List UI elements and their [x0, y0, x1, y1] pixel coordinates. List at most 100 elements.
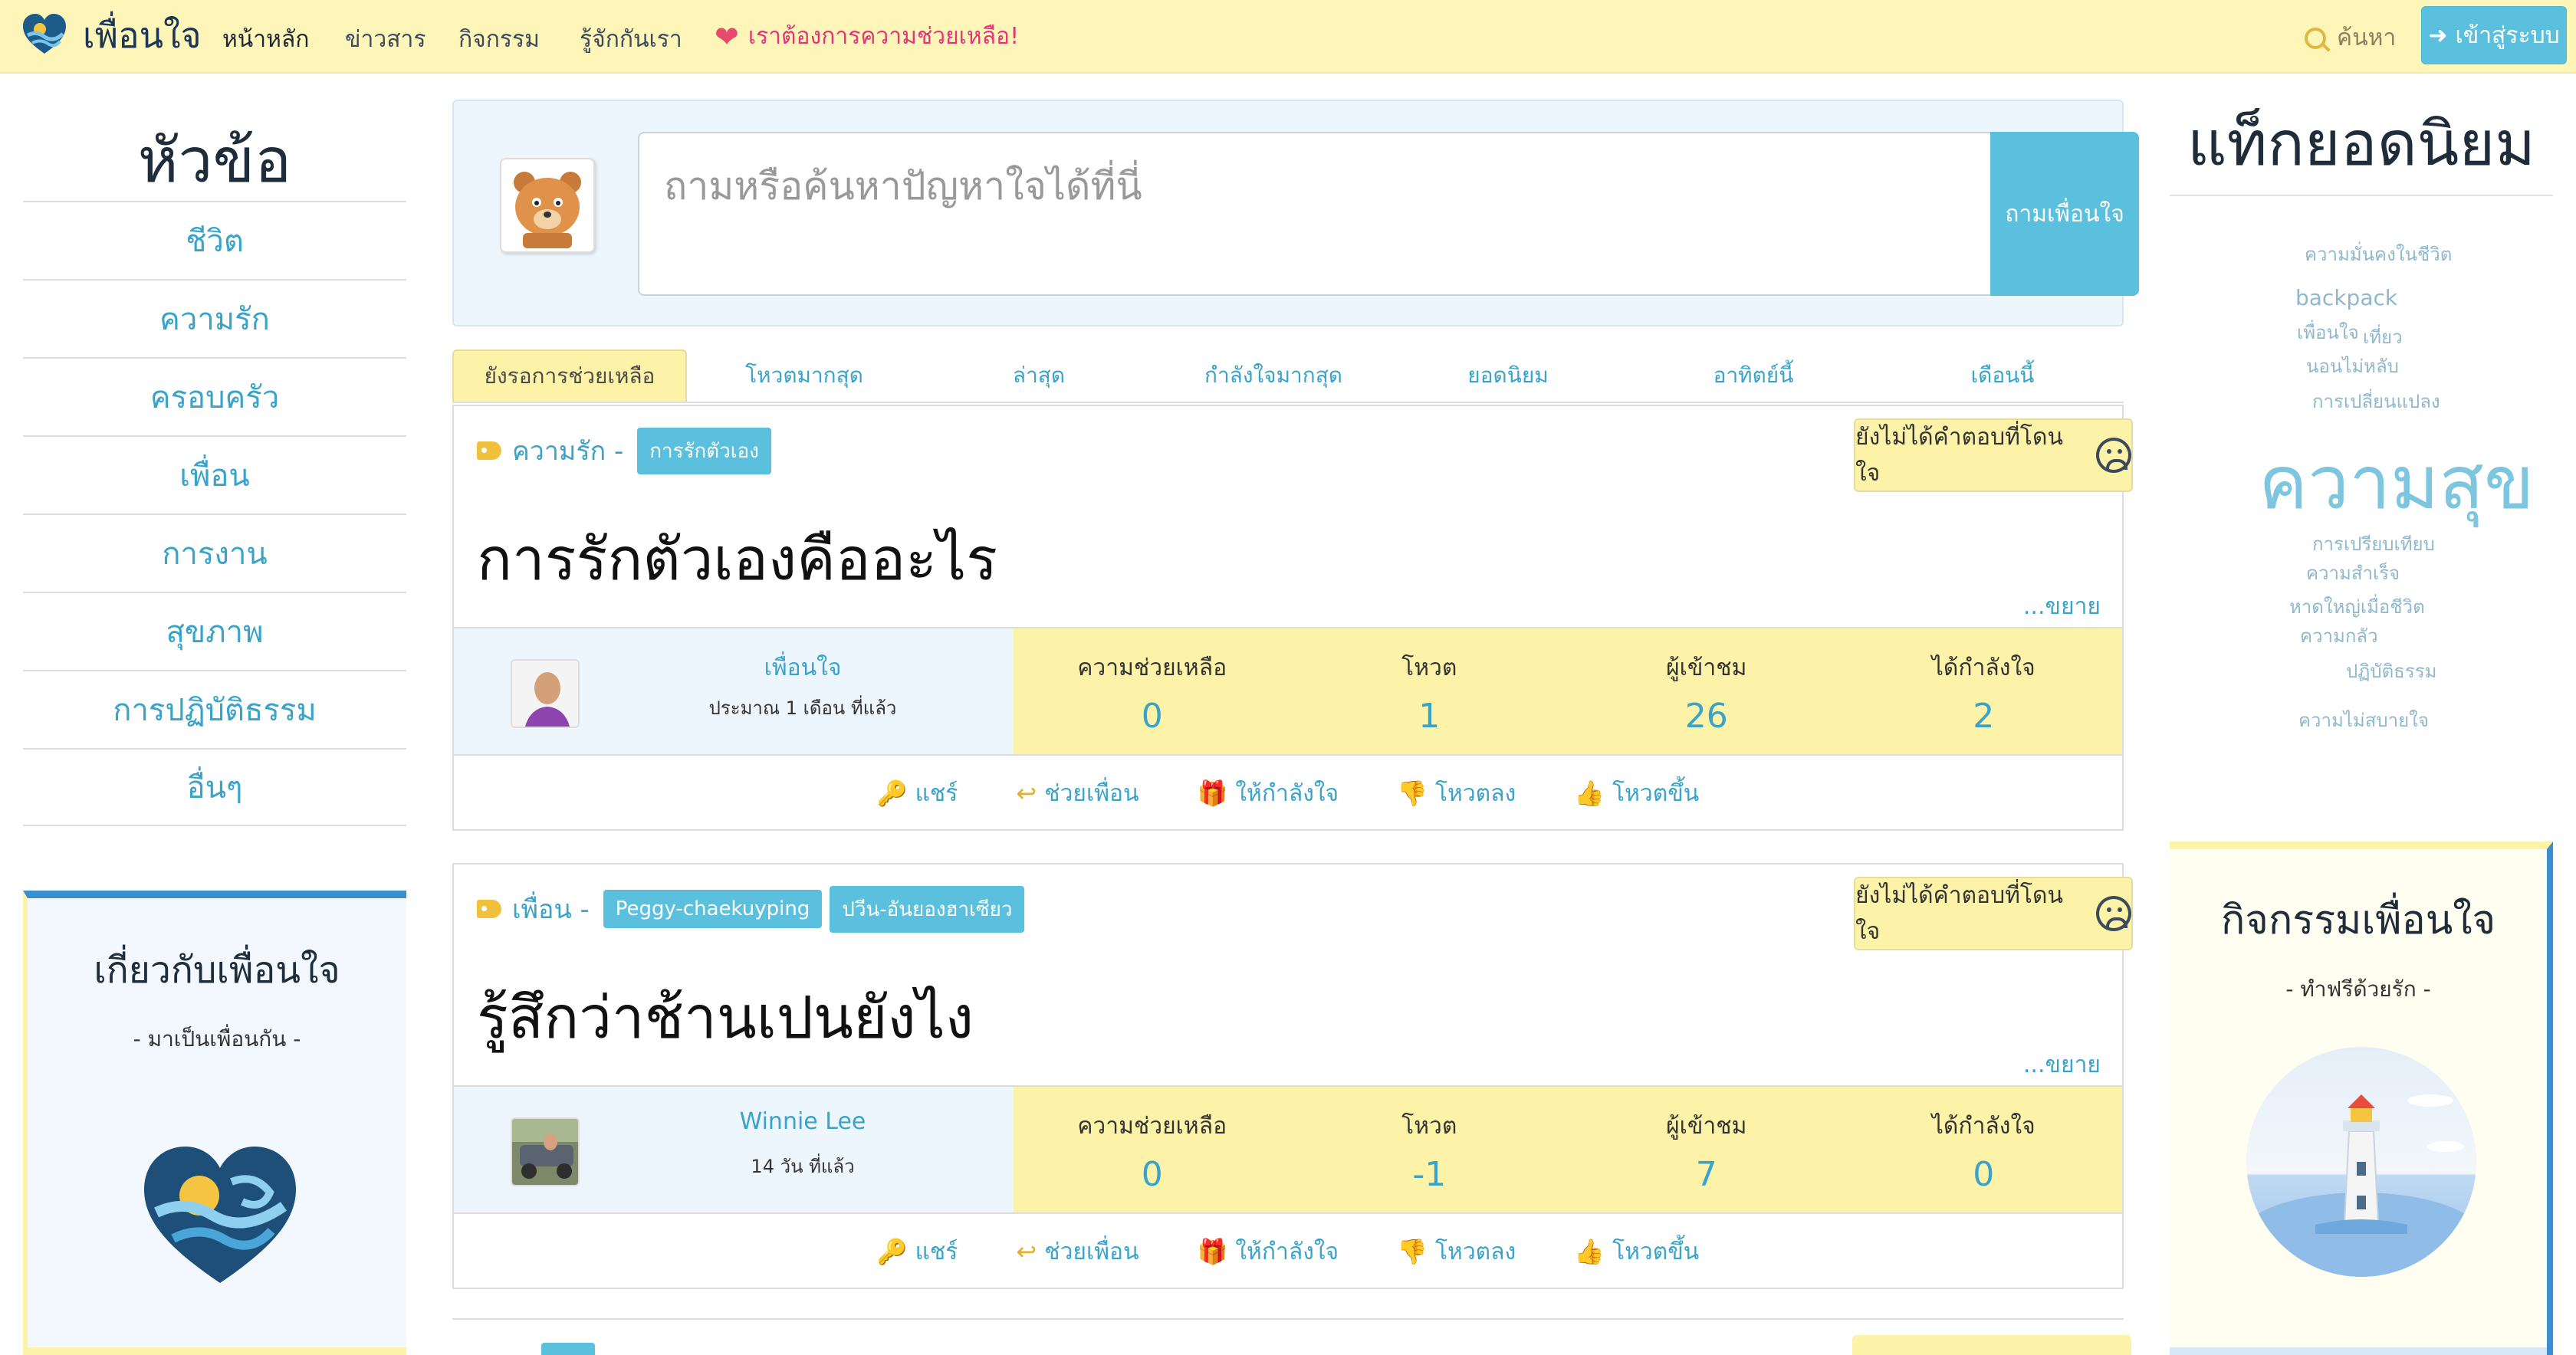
- activity-subtitle: - ทำฟรีด้วยรัก -: [2285, 976, 2431, 1002]
- share-button[interactable]: 🔑 แชร์: [877, 776, 958, 812]
- nav-search[interactable]: ค้นหา: [2305, 20, 2396, 56]
- share-button[interactable]: 🔑 แชร์: [877, 1234, 958, 1270]
- filter-tabs: ยังรอการช่วยเหลือ โหวตมากสุด ล่าสุด กำลั…: [452, 349, 2124, 403]
- sign-in-icon: ➜: [2428, 21, 2448, 49]
- expand-link[interactable]: ...ขยาย: [2023, 589, 2101, 625]
- cloud-tag[interactable]: หาดใหญ่เมื่อชีวิต: [2289, 592, 2425, 622]
- thumbs-up-icon: 👍: [1574, 779, 1605, 808]
- stat-label: ผู้เข้าชม: [1666, 655, 1747, 681]
- author-name[interactable]: เพื่อนใจ: [661, 650, 945, 686]
- ask-panel: ถามหรือค้นหาปัญหาใจได้ที่นี่ ถามเพื่อนใจ: [452, 100, 2139, 326]
- stat-cheers: ได้กำลังใจ 2: [1845, 628, 2123, 754]
- cloud-tag[interactable]: ความไม่สบายใจ: [2298, 705, 2429, 735]
- thumbs-up-icon: 👍: [1574, 1237, 1605, 1266]
- brand[interactable]: เพื่อนใจ: [21, 11, 202, 60]
- nav-home[interactable]: หน้าหลัก: [222, 21, 309, 57]
- post-tags: ความรัก - การรักตัวเอง: [477, 427, 779, 474]
- about-panel: เกี่ยวกับเพื่อนใจ - มาเป็นเพื่อนกัน -: [23, 891, 406, 1355]
- cloud-tag[interactable]: backpack: [2295, 285, 2397, 310]
- tab-awaiting-help[interactable]: ยังรอการช่วยเหลือ: [452, 349, 687, 402]
- tag-badge[interactable]: การรักตัวเอง: [637, 427, 771, 474]
- cheer-button[interactable]: 🎁 ให้กำลังใจ: [1198, 776, 1339, 812]
- post-time: ประมาณ 1 เดือน ที่แล้ว: [708, 697, 897, 719]
- nav-news[interactable]: ข่าวสาร: [345, 21, 426, 57]
- nav-help-link[interactable]: ❤ เราต้องการความช่วยเหลือ!: [715, 18, 1019, 54]
- brand-name: เพื่อนใจ: [83, 14, 202, 56]
- vote-down-button[interactable]: 👎 โหวตลง: [1397, 1234, 1516, 1270]
- stat-label: โหวต: [1401, 655, 1457, 681]
- about-title: เกี่ยวกับเพื่อนใจ: [94, 949, 340, 992]
- vote-down-label: โหวตลง: [1434, 1238, 1516, 1265]
- vote-up-button[interactable]: 👍 โหวตขึ้น: [1574, 776, 1699, 812]
- nav-activities[interactable]: กิจกรรม: [458, 21, 540, 57]
- question-card-partial: [452, 1318, 2131, 1355]
- cheer-button[interactable]: 🎁 ให้กำลังใจ: [1198, 1234, 1339, 1270]
- topics-title: หัวข้อ: [137, 125, 292, 196]
- about-subtitle: - มาเป็นเพื่อนกัน -: [133, 1026, 301, 1052]
- tab-this-month[interactable]: เดือนนี้: [1881, 349, 2124, 402]
- help-friend-button[interactable]: ↩ ช่วยเพื่อน: [1016, 1234, 1138, 1270]
- post-meta: Winnie Lee 14 วัน ที่แล้ว ความช่วยเหลือ …: [454, 1085, 2122, 1214]
- share-label: แชร์: [915, 779, 958, 807]
- topic-life[interactable]: ชีวิต: [23, 201, 406, 279]
- ask-input[interactable]: ถามหรือค้นหาปัญหาใจได้ที่นี่: [638, 132, 1995, 296]
- lighthouse-icon: [2246, 1094, 2476, 1277]
- topic-health[interactable]: สุขภาพ: [23, 592, 406, 670]
- cloud-tag[interactable]: ปฏิบัติธรรม: [2346, 656, 2436, 686]
- cloud-tag[interactable]: นอนไม่หลับ: [2306, 351, 2399, 381]
- tab-this-week[interactable]: อาทิตย์นี้: [1625, 349, 1881, 402]
- tab-most-cheered[interactable]: กำลังใจมากสุด: [1156, 349, 1391, 402]
- question-card: ความรัก - การรักตัวเอง ยังไม่ได้คำตอบที่…: [452, 405, 2133, 831]
- tab-most-voted[interactable]: โหวตมากสุด: [687, 349, 922, 402]
- post-category[interactable]: เพื่อน -: [512, 888, 590, 930]
- stat-vote: โหวต 1: [1291, 628, 1569, 754]
- cloud-tag[interactable]: ความกลัว: [2300, 621, 2378, 651]
- question-card: เพื่อน - Peggy-chaekuyping ปวีน-อันยองฮา…: [452, 863, 2133, 1289]
- topic-dharma[interactable]: การปฏิบัติธรรม: [23, 670, 406, 748]
- share-label: แชร์: [915, 1238, 958, 1265]
- help-friend-button[interactable]: ↩ ช่วยเพื่อน: [1016, 776, 1138, 812]
- stat-value: 0: [1141, 1155, 1163, 1194]
- tag-icon: [477, 441, 501, 460]
- tab-latest[interactable]: ล่าสุด: [922, 349, 1156, 402]
- stat-value: 2: [1973, 697, 1995, 736]
- reply-icon: ↩: [1016, 1237, 1037, 1266]
- nav-search-label: ค้นหา: [2337, 25, 2397, 51]
- sad-face-icon: [2096, 438, 2131, 473]
- user-photo-icon: [512, 1119, 578, 1185]
- topic-others[interactable]: อื่นๆ: [23, 748, 406, 826]
- stat-value: 7: [1695, 1155, 1717, 1194]
- cloud-tag[interactable]: ความสำเร็จ: [2306, 558, 2400, 588]
- post-category[interactable]: ความรัก -: [512, 430, 623, 471]
- login-button[interactable]: ➜ เข้าสู่ระบบ: [2421, 6, 2567, 64]
- topic-family[interactable]: ครอบครัว: [23, 357, 406, 435]
- nav-help-label: เราต้องการความช่วยเหลือ!: [748, 23, 1020, 50]
- avatar[interactable]: [511, 1117, 580, 1186]
- cloud-tag[interactable]: เพื่อนใจ: [2297, 317, 2359, 347]
- tab-popular[interactable]: ยอดนิยม: [1391, 349, 1625, 402]
- topic-work[interactable]: การงาน: [23, 513, 406, 592]
- popular-tags-title: แท็กยอดนิยม: [2187, 108, 2535, 179]
- stat-label: ความช่วยเหลือ: [1077, 655, 1227, 681]
- cloud-tag[interactable]: การเปลี่ยนแปลง: [2312, 386, 2440, 416]
- cloud-tag[interactable]: เที่ยว: [2363, 322, 2403, 352]
- bear-avatar: [500, 158, 595, 253]
- cloud-tag[interactable]: ความมั่นคงในชีวิต: [2305, 239, 2452, 269]
- expand-link[interactable]: ...ขยาย: [2023, 1047, 2101, 1083]
- post-title[interactable]: การรักตัวเองคืออะไร: [477, 513, 997, 605]
- vote-up-button[interactable]: 👍 โหวตขึ้น: [1574, 1234, 1699, 1270]
- post-tags: เพื่อน - Peggy-chaekuyping ปวีน-อันยองฮา…: [477, 885, 1032, 933]
- vote-down-button[interactable]: 👎 โหวตลง: [1397, 776, 1516, 812]
- tag-badge[interactable]: ปวีน-อันยองฮาเซียว: [830, 885, 1025, 933]
- post-title[interactable]: รู้สึกว่าช้านเปนยังไง: [477, 972, 974, 1064]
- stat-views: ผู้เข้าชม 7: [1568, 1087, 1845, 1212]
- topic-friends[interactable]: เพื่อน: [23, 435, 406, 513]
- author-name[interactable]: Winnie Lee: [661, 1108, 945, 1135]
- tag-badge[interactable]: Peggy-chaekuyping: [603, 890, 823, 928]
- cloud-tag[interactable]: การเปรียบเทียบ: [2312, 529, 2435, 559]
- topic-love[interactable]: ความรัก: [23, 279, 406, 357]
- avatar[interactable]: [511, 659, 580, 728]
- nav-about[interactable]: รู้จักกันเรา: [580, 21, 682, 57]
- ask-button[interactable]: ถามเพื่อนใจ: [1990, 132, 2139, 296]
- cloud-tag-featured[interactable]: ความสุข: [2259, 425, 2535, 541]
